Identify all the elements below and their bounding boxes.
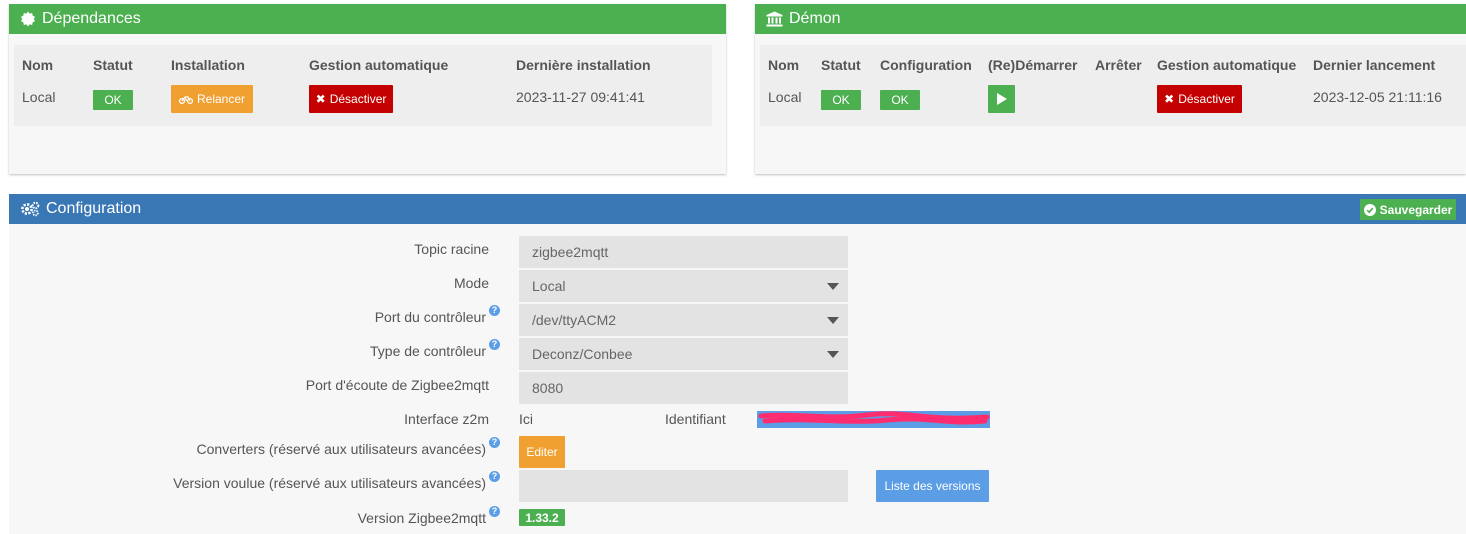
university-icon	[766, 11, 783, 27]
restart-daemon-button[interactable]	[988, 85, 1015, 113]
save-button[interactable]: Sauvegarder	[1360, 199, 1456, 220]
converters-label: Converters (réservé aux utilisateurs ava…	[197, 437, 500, 457]
caret-down-icon	[827, 283, 839, 290]
dependencies-table: Nom Statut Installation Gestion automati…	[14, 45, 712, 126]
caret-down-icon	[827, 351, 839, 358]
col-installation: Installation	[171, 57, 245, 73]
daemon-last-launch-value: 2023-12-05 21:11:16	[1313, 89, 1442, 105]
col-restart: (Re)Démarrer	[988, 57, 1078, 73]
caret-down-icon	[827, 317, 839, 324]
relaunch-install-button[interactable]: Relancer	[171, 85, 253, 113]
interface-value: Ici	[519, 411, 533, 427]
help-icon[interactable]: ?	[489, 471, 500, 482]
col-name: Nom	[768, 57, 800, 73]
close-icon: ✖	[315, 92, 326, 106]
daemon-table: Nom Statut Configuration (Re)Démarrer Ar…	[760, 45, 1466, 126]
check-circle-icon	[1363, 203, 1376, 216]
listen-port-input[interactable]: 8080	[519, 372, 848, 404]
version-wanted-label: Version voulue (réservé aux utilisateurs…	[173, 471, 500, 491]
controller-type-select[interactable]: Deconz/Conbee	[519, 338, 848, 370]
configuration-header: Configuration	[9, 194, 1466, 224]
col-status: Statut	[821, 57, 861, 73]
port-label: Port du contrôleur ?	[375, 305, 500, 325]
version-wanted-input[interactable]	[519, 470, 848, 502]
controller-type-label: Type de contrôleur ?	[370, 339, 500, 359]
help-icon[interactable]: ?	[489, 339, 500, 350]
mode-label: Mode	[453, 275, 489, 291]
dep-last-install-value: 2023-11-27 09:41:41	[516, 89, 645, 105]
help-icon[interactable]: ?	[489, 305, 500, 316]
cogs-icon	[21, 201, 40, 217]
col-name: Nom	[22, 57, 54, 73]
versions-list-button[interactable]: Liste des versions	[876, 470, 989, 502]
port-select[interactable]: /dev/ttyACM2	[519, 304, 848, 336]
configuration-panel: Configuration Sauvegarder Topic racine z…	[9, 194, 1466, 534]
col-configuration: Configuration	[880, 57, 972, 73]
edit-converters-button[interactable]: Editer	[519, 436, 565, 468]
dep-row-name: Local	[22, 89, 56, 105]
play-icon	[996, 93, 1007, 105]
col-auto-management: Gestion automatique	[309, 57, 449, 73]
daemon-header: Démon	[755, 4, 1466, 34]
bicycle-icon	[178, 95, 193, 104]
daemon-row-name: Local	[768, 89, 802, 105]
configuration-title: Configuration	[46, 200, 142, 217]
version-label: Version Zigbee2mqtt ?	[358, 506, 500, 526]
help-icon[interactable]: ?	[489, 437, 500, 448]
daemon-config-badge: OK	[880, 90, 920, 110]
certificate-icon	[21, 11, 35, 27]
dep-status-badge: OK	[93, 90, 133, 110]
col-last-launch: Dernier lancement	[1313, 57, 1436, 73]
topic-label: Topic racine	[414, 241, 489, 257]
dependencies-panel: Dépendances Nom Statut Installation Gest…	[9, 4, 726, 174]
identifiant-label: Identifiant	[665, 411, 726, 427]
col-auto-management: Gestion automatique	[1157, 57, 1297, 73]
interface-label: Interface z2m	[404, 411, 489, 427]
daemon-panel: Démon Nom Statut Configuration (Re)Démar…	[755, 4, 1466, 174]
topic-input[interactable]: zigbee2mqtt	[519, 236, 848, 268]
identifiant-value[interactable]	[757, 411, 990, 428]
close-icon: ✖	[1164, 92, 1175, 106]
col-status: Statut	[93, 57, 133, 73]
col-last-install: Dernière installation	[516, 57, 651, 73]
daemon-status-badge: OK	[821, 90, 861, 110]
dependencies-header: Dépendances	[9, 4, 726, 34]
dependencies-title: Dépendances	[42, 10, 141, 27]
daemon-title: Démon	[789, 10, 841, 27]
dep-deactivate-button[interactable]: ✖ Désactiver	[309, 85, 393, 113]
daemon-deactivate-button[interactable]: ✖ Désactiver	[1157, 85, 1242, 113]
version-badge: 1.33.2	[519, 509, 565, 526]
col-stop: Arrêter	[1095, 57, 1142, 73]
listen-port-label: Port d'écoute de Zigbee2mqtt	[305, 377, 489, 393]
redaction-scribble	[758, 411, 990, 425]
mode-select[interactable]: Local	[519, 270, 848, 302]
help-icon[interactable]: ?	[489, 506, 500, 517]
